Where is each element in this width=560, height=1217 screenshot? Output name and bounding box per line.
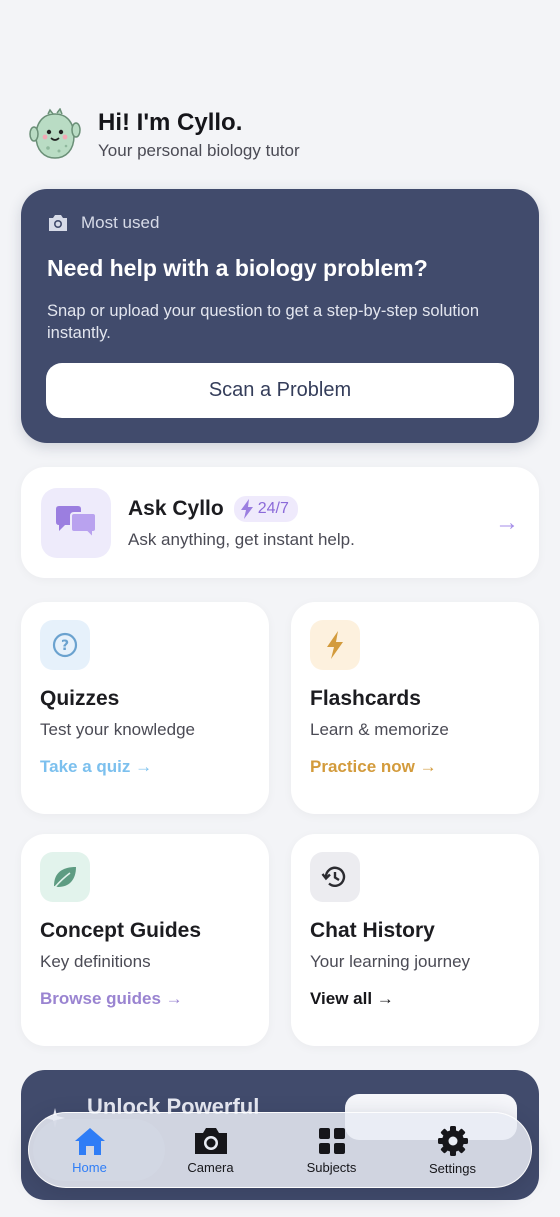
tab-home-label: Home [72, 1159, 107, 1175]
chat-history-title: Chat History [310, 919, 435, 942]
concept-guides-title: Concept Guides [40, 919, 202, 942]
view-all-link[interactable]: View all → [310, 989, 394, 1009]
availability-badge: 24/7 [233, 495, 298, 522]
flashcards-card[interactable]: Flashcards Learn & memorize Practice now… [291, 602, 539, 814]
camera-icon [194, 1127, 227, 1154]
ask-cyllo-subtitle: Ask anything, get instant help. [128, 529, 355, 549]
chat-history-card[interactable]: Chat History Your learning journey View … [291, 834, 539, 1046]
quizzes-title: Quizzes [40, 687, 120, 710]
most-used-tag: Most used [47, 213, 513, 233]
cyllo-mascot-icon [29, 108, 81, 159]
quizzes-subtitle: Test your knowledge [40, 720, 195, 739]
practice-now-link[interactable]: Practice now → [310, 757, 437, 777]
tab-home[interactable]: Home [29, 1113, 165, 1187]
scan-problem-card: Most used Need help with a biology probl… [21, 189, 539, 443]
flashcards-title: Flashcards [310, 687, 421, 710]
greeting-header: Hi! I'm Cyllo. Your personal biology tut… [28, 108, 300, 162]
tab-settings[interactable]: Settings [392, 1113, 513, 1187]
history-icon [310, 852, 360, 902]
svg-text:?: ? [61, 638, 69, 654]
question-icon: ? [40, 620, 90, 670]
tab-subjects[interactable]: Subjects [271, 1113, 392, 1187]
greeting-title: Hi! I'm Cyllo. [98, 109, 243, 136]
hero-title: Need help with a biology problem? [47, 255, 428, 281]
flashcards-subtitle: Learn & memorize [310, 720, 449, 739]
tab-camera-label: Camera [187, 1159, 234, 1175]
quizzes-card[interactable]: ? Quizzes Test your knowledge Take a qui… [21, 602, 269, 814]
grid-icon [318, 1127, 345, 1154]
gear-icon [437, 1125, 468, 1156]
chat-bubbles-icon [41, 487, 111, 558]
home-icon [74, 1127, 105, 1155]
lightning-icon [310, 620, 360, 670]
ask-cyllo-card[interactable]: Ask Cyllo 24/7 Ask anything, get instant… [21, 467, 539, 578]
leaf-icon [40, 852, 90, 902]
hero-description: Snap or upload your question to get a st… [47, 302, 480, 342]
concept-guides-card[interactable]: Concept Guides Key definitions Browse gu… [21, 834, 269, 1046]
ask-cyllo-title: Ask Cyllo [128, 496, 224, 520]
tab-camera[interactable]: Camera [150, 1113, 271, 1187]
lightning-icon [240, 498, 253, 519]
availability-label: 24/7 [257, 499, 289, 517]
tab-subjects-label: Subjects [306, 1159, 357, 1175]
greeting-subtitle: Your personal biology tutor [98, 141, 300, 160]
bottom-tab-bar: Home Camera Subjects Settings [28, 1112, 532, 1188]
concept-guides-subtitle: Key definitions [40, 952, 151, 971]
arrow-right-icon: → [495, 508, 519, 536]
most-used-label: Most used [81, 213, 160, 232]
take-quiz-link[interactable]: Take a quiz → [40, 757, 152, 777]
tab-settings-label: Settings [429, 1160, 476, 1176]
scan-problem-button[interactable]: Scan a Problem [46, 363, 514, 418]
chat-history-subtitle: Your learning journey [310, 952, 471, 971]
camera-icon [49, 215, 67, 231]
browse-guides-link[interactable]: Browse guides → [40, 989, 183, 1009]
